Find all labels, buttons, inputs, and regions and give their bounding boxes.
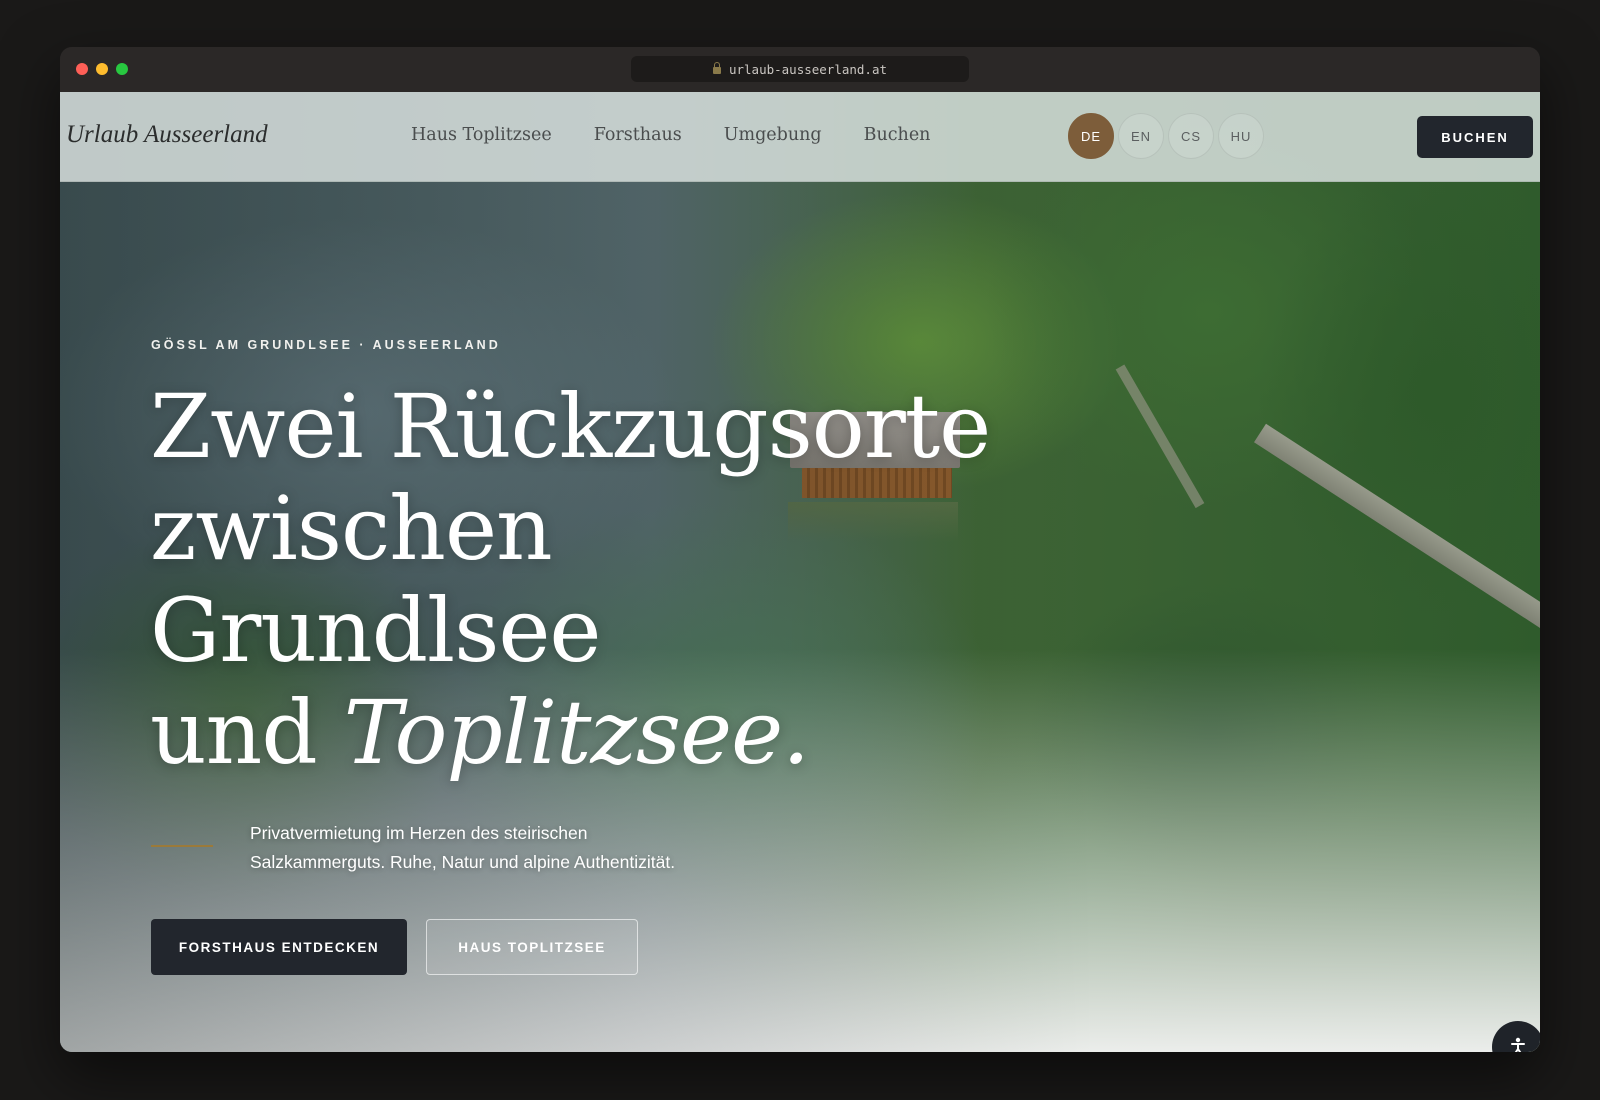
maximize-window-button[interactable] [116, 63, 128, 75]
headline-line-4: und Toplitzsee. [150, 682, 990, 784]
headline-line-3: Grundlsee [150, 579, 602, 682]
language-en[interactable]: EN [1118, 113, 1164, 159]
discover-forsthaus-button[interactable]: FORSTHAUS ENTDECKEN [151, 919, 407, 975]
nav-item-forsthaus[interactable]: Forsthaus [594, 125, 682, 145]
language-de[interactable]: DE [1068, 113, 1114, 159]
gold-divider [151, 845, 213, 847]
lock-icon [712, 62, 721, 74]
book-button[interactable]: BUCHEN [1417, 116, 1533, 158]
language-cs[interactable]: CS [1168, 113, 1214, 159]
headline-line-1: Zwei Rückzugsorte [150, 375, 991, 478]
browser-titlebar: urlaub-ausseerland.at [60, 47, 1540, 92]
nav-item-haus-toplitzsee[interactable]: Haus Toplitzsee [411, 125, 552, 145]
browser-window: urlaub-ausseerland.at Urlaub Ausseerland… [60, 47, 1540, 1052]
site-header: Urlaub Ausseerland Haus Toplitzsee Forst… [60, 92, 1540, 182]
nav-item-buchen[interactable]: Buchen [864, 125, 931, 145]
hero-subtitle: Privatvermietung im Herzen des steirisch… [250, 823, 676, 872]
headline-line-4-plain: und [150, 681, 344, 784]
nav-item-umgebung[interactable]: Umgebung [724, 125, 822, 145]
close-window-button[interactable] [76, 63, 88, 75]
brand-logo[interactable]: Urlaub Ausseerland [66, 121, 268, 149]
language-switcher: DE EN CS HU [1068, 113, 1264, 159]
hero-headline: Zwei Rückzugsorte zwischen Grundlsee und… [150, 375, 991, 784]
address-text: urlaub-ausseerland.at [728, 61, 888, 77]
hero-eyebrow: GÖSSL AM GRUNDLSEE · AUSSEERLAND [151, 338, 501, 352]
headline-line-2: zwischen [150, 477, 553, 580]
language-hu[interactable]: HU [1218, 113, 1264, 159]
haus-toplitzsee-button[interactable]: HAUS TOPLITZSEE [426, 919, 638, 975]
main-navigation: Haus Toplitzsee Forsthaus Umgebung Buche… [411, 125, 930, 145]
minimize-window-button[interactable] [96, 63, 108, 75]
address-bar[interactable]: urlaub-ausseerland.at [631, 56, 969, 82]
headline-line-4-italic: Toplitzsee. [343, 681, 810, 784]
accessibility-icon [1511, 1037, 1525, 1052]
page-viewport: Urlaub Ausseerland Haus Toplitzsee Forst… [60, 92, 1540, 1052]
